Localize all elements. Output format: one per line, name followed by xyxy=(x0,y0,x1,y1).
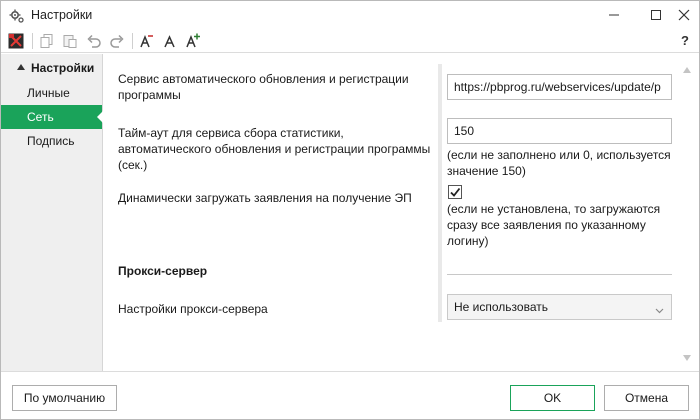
sidebar-item-label: Личные xyxy=(27,86,70,100)
chevron-down-icon xyxy=(655,303,664,317)
gears-icon xyxy=(9,8,25,24)
sidebar-item-signature[interactable]: Подпись xyxy=(1,129,102,153)
dynamic-load-hint: (если не установлена, то загружаются сра… xyxy=(447,202,661,248)
settings-sidebar: Настройки Личные Сеть Подпись xyxy=(1,54,103,371)
timeout-hint: (если не заполнено или 0, используется з… xyxy=(447,148,671,178)
dynamic-load-checkbox[interactable] xyxy=(448,185,462,199)
proxy-section-title: Прокси-сервер xyxy=(118,264,208,278)
sidebar-item-label: Сеть xyxy=(27,110,54,124)
close-button[interactable] xyxy=(665,1,700,29)
collapse-triangle-icon[interactable] xyxy=(17,64,25,70)
font-decrease-icon[interactable] xyxy=(138,32,156,50)
service-url-field[interactable]: https://pbprog.ru/webservices/update/p xyxy=(447,74,672,100)
sidebar-item-label: Подпись xyxy=(27,134,75,148)
help-icon[interactable]: ? xyxy=(681,33,689,48)
export-icon[interactable] xyxy=(7,32,25,50)
timeout-label: Тайм-аут для сервиса сбора статистики, а… xyxy=(118,126,431,172)
proxy-settings-label: Настройки прокси-сервера xyxy=(118,302,268,316)
window-title: Настройки xyxy=(31,8,93,22)
scroll-up-icon[interactable] xyxy=(682,64,692,74)
font-normal-icon[interactable] xyxy=(161,32,179,50)
scroll-down-icon[interactable] xyxy=(682,352,692,362)
title-bar: Настройки xyxy=(1,1,699,29)
settings-window: Настройки ? Настройки Личные Сеть Подпис… xyxy=(0,0,700,420)
redo-icon[interactable] xyxy=(108,32,126,50)
default-button[interactable]: По умолчанию xyxy=(12,385,117,411)
sidebar-group-label: Настройки xyxy=(31,61,95,75)
service-label: Сервис автоматического обновления и реги… xyxy=(118,72,409,102)
toolbar-separator xyxy=(132,33,133,49)
cancel-button[interactable]: Отмена xyxy=(604,385,689,411)
dynamic-load-label: Динамически загружать заявления на получ… xyxy=(118,191,412,205)
sidebar-item-personal[interactable]: Личные xyxy=(1,81,102,105)
proxy-selected-value: Не использовать xyxy=(454,300,548,314)
sidebar-group-settings[interactable]: Настройки xyxy=(1,58,102,80)
dialog-footer: По умолчанию OK Отмена xyxy=(1,371,699,419)
paste-icon[interactable] xyxy=(61,32,79,50)
toolbar: ? xyxy=(1,29,699,53)
sidebar-item-network[interactable]: Сеть xyxy=(1,105,103,129)
section-divider xyxy=(447,274,672,275)
checkmark-icon xyxy=(450,187,461,197)
minimize-button[interactable] xyxy=(595,1,633,29)
font-increase-icon[interactable] xyxy=(184,32,202,50)
column-divider xyxy=(438,64,442,322)
proxy-settings-select[interactable]: Не использовать xyxy=(447,294,672,320)
undo-icon[interactable] xyxy=(85,32,103,50)
settings-content: Сервис автоматического обновления и реги… xyxy=(104,54,699,371)
ok-button[interactable]: OK xyxy=(510,385,595,411)
copy-icon[interactable] xyxy=(38,32,56,50)
toolbar-separator xyxy=(32,33,33,49)
timeout-field[interactable]: 150 xyxy=(447,118,672,144)
